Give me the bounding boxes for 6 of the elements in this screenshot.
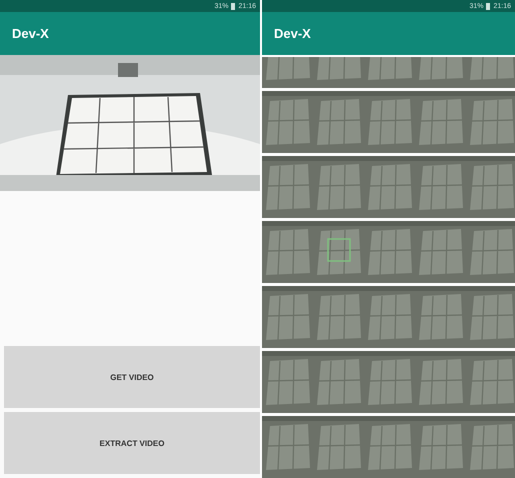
action-button[interactable]: EXTRACT VIDEO: [4, 412, 260, 474]
battery-icon: [231, 2, 236, 10]
app-title: Dev-X: [12, 26, 49, 41]
action-button[interactable]: GET VIDEO: [4, 346, 260, 408]
app-title: Dev-X: [274, 26, 311, 41]
battery-icon: [486, 2, 490, 10]
